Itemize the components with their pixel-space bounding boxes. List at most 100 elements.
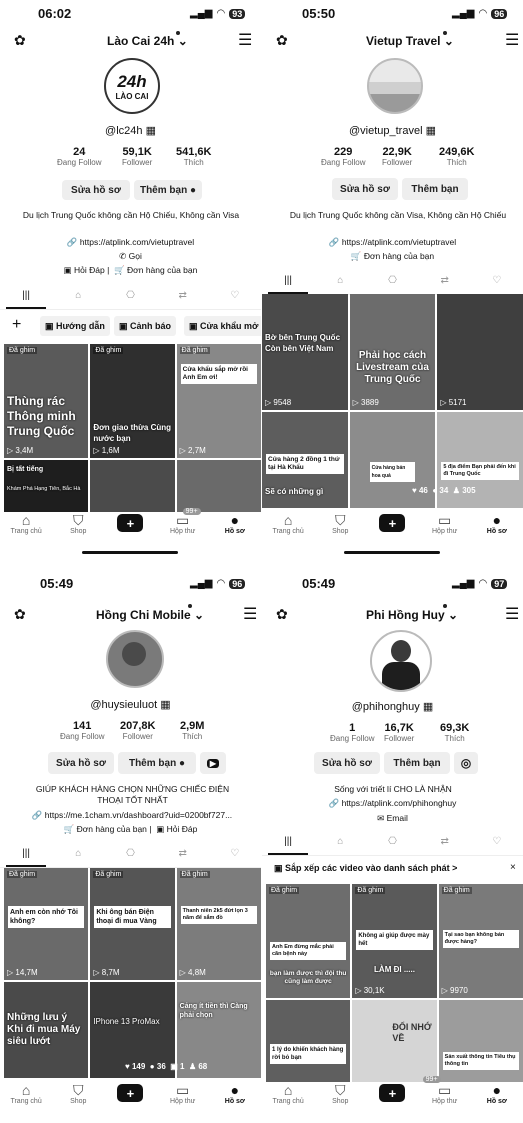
edit-profile-button[interactable]: Sửa hồ sơ — [48, 752, 114, 774]
video-thumb[interactable]: Bờ bên Trung Quốc Còn bên Việt Nam ▷ 954… — [262, 294, 348, 410]
nav-profile[interactable]: ● Hồ sơ — [213, 1082, 257, 1105]
nav-home[interactable]: ⌂ Trang chủ — [266, 512, 310, 535]
video-thumb[interactable]: Đã ghim Thanh niên 2k5 đứt lọn 3 năm để … — [176, 868, 261, 980]
video-thumb[interactable]: Đã ghim Tại sao bạn không bán được hàng?… — [438, 884, 523, 998]
edit-profile-button[interactable]: Sửa hồ sơ — [62, 180, 130, 200]
nav-inbox[interactable]: ▭ Hộp thư 99+ — [422, 1076, 467, 1105]
stat-followers[interactable]: 16,7K Follower — [384, 722, 414, 743]
video-thumb[interactable]: Đã ghim Đơn giao thừa Cùng nước bạn ▷ 1,… — [90, 344, 175, 458]
video-thumb[interactable] — [90, 460, 175, 514]
nav-profile[interactable]: ● Hồ sơ — [475, 512, 519, 535]
orders-link[interactable]: 🛒 Đơn hàng của bạn — [114, 265, 197, 275]
video-thumb[interactable] — [176, 460, 261, 514]
orders-link[interactable]: 🛒 Đơn hàng của bạn — [64, 824, 147, 834]
tab-locked[interactable]: ⎔ — [110, 284, 150, 309]
profile-link[interactable]: 🔗 https://atplink.com/vietuptravel — [262, 237, 523, 248]
stat-followers[interactable]: 207,8K Follower — [120, 720, 155, 741]
tab-videos[interactable]: ||| — [268, 830, 309, 855]
video-thumb[interactable]: Sản xuất thông tin Tiêu thụ thông tin — [438, 1000, 523, 1090]
stat-following[interactable]: 1 Đang Follow — [330, 722, 374, 743]
edit-profile-button[interactable]: Sửa hồ sơ — [332, 178, 398, 200]
add-friend-button[interactable]: Thêm bạn — [402, 178, 468, 200]
video-thumb[interactable]: Đã ghim Anh em còn nhớ Tôi không? ▷ 14,7… — [4, 868, 89, 980]
youtube-button[interactable]: ▶ — [200, 752, 226, 774]
account-switcher[interactable]: Lào Cai 24h ⌄ — [107, 34, 188, 48]
tab-liked[interactable]: ♡ — [215, 284, 255, 309]
video-thumb[interactable]: Đã ghim Khi ông bán Điện thoại đi mua Và… — [90, 868, 175, 980]
menu-icon[interactable]: ☰ — [243, 604, 257, 624]
account-switcher[interactable]: Hồng Chi Mobile ⌄ — [96, 608, 204, 622]
stat-following[interactable]: 24 Đang Follow — [57, 146, 101, 167]
nav-shop[interactable]: ⛉ Shop — [318, 1082, 362, 1105]
video-thumb[interactable]: Đã ghim Anh Em đừng mắc phải căn bệnh nà… — [266, 884, 351, 998]
nav-inbox[interactable]: ▭ Hộp thư — [423, 512, 467, 535]
close-icon[interactable]: × — [510, 862, 516, 873]
playlist-chip-1[interactable]: ▣ Hướng dẫn — [40, 316, 110, 336]
video-thumb[interactable]: Phải học cách Livestream của Trung Quốc … — [349, 294, 436, 410]
tab-reposts[interactable]: ⇄ — [163, 284, 203, 309]
tab-shop[interactable]: ⌂ — [320, 269, 360, 294]
video-thumb[interactable]: Đã ghim Cửa khẩu sắp mở rồi Anh Em ơi! ▷… — [176, 344, 261, 458]
stat-likes[interactable]: 249,6K Thích — [439, 146, 474, 167]
nav-shop[interactable]: ⛉ Shop — [318, 512, 362, 535]
profile-link[interactable]: 🔗 https://atplink.com/vietuptravel — [0, 237, 261, 248]
gear-icon[interactable]: ✿ — [14, 32, 26, 49]
gear-icon[interactable]: ✿ — [276, 32, 288, 49]
edit-profile-button[interactable]: Sửa hồ sơ — [314, 752, 380, 774]
stat-following[interactable]: 229 Đang Follow — [321, 146, 365, 167]
tab-videos[interactable]: ||| — [6, 842, 47, 867]
nav-create[interactable]: + — [108, 1082, 152, 1102]
video-thumb[interactable]: Những lưu ý Khi đi mua Máy siêu lướt — [4, 982, 89, 1078]
tab-liked[interactable]: ♡ — [215, 842, 255, 867]
playlist-chip-2[interactable]: ▣ Cảnh báo — [114, 316, 177, 336]
menu-icon[interactable]: ☰ — [505, 30, 519, 50]
video-thumb[interactable]: Đã ghim Không ai giúp được mày hết LÀM Đ… — [352, 884, 437, 998]
add-playlist-button[interactable]: + — [12, 316, 21, 334]
profile-link[interactable]: 🔗 https://atplink.com/phihonghuy — [262, 798, 523, 809]
tab-shop[interactable]: ⌂ — [58, 842, 98, 867]
gear-icon[interactable]: ✿ — [276, 606, 288, 623]
add-friend-button[interactable]: Thêm bạn ● — [134, 180, 202, 200]
nav-shop[interactable]: ⛉ Shop — [56, 512, 100, 535]
account-switcher[interactable]: Phi Hồng Huy ⌄ — [366, 608, 458, 622]
tab-shop[interactable]: ⌂ — [58, 284, 98, 309]
add-friend-button[interactable]: Thêm bạn — [384, 752, 450, 774]
email-link[interactable]: ✉ Email — [262, 813, 523, 824]
profile-link[interactable]: 🔗 https://me.1cham.vn/dashboard?uid=0200… — [12, 810, 252, 821]
tab-locked[interactable]: ⎔ — [110, 842, 150, 867]
tab-reposts[interactable]: ⇄ — [425, 269, 465, 294]
tab-videos[interactable]: ||| — [268, 269, 309, 294]
tab-reposts[interactable]: ⇄ — [425, 830, 465, 855]
playlist-chip-3[interactable]: ▣ Cửa khẩu mở — [184, 316, 261, 336]
avatar[interactable] — [106, 630, 164, 688]
instagram-button[interactable]: ◎ — [454, 752, 478, 774]
nav-shop[interactable]: ⛉ Shop — [56, 1082, 100, 1105]
tab-shop[interactable]: ⌂ — [320, 830, 360, 855]
qa-link[interactable]: ▣ Hỏi Đáp — [64, 265, 105, 275]
avatar[interactable] — [370, 630, 432, 692]
nav-home[interactable]: ⌂ Trang chủ — [4, 1082, 48, 1105]
avatar[interactable]: 24h LÀO CAI — [104, 58, 160, 114]
tab-locked[interactable]: ⎔ — [372, 269, 412, 294]
nav-home[interactable]: ⌂ Trang chủ — [266, 1082, 310, 1105]
stat-likes[interactable]: 69,3K Thích — [440, 722, 469, 743]
video-thumb[interactable]: Cửa hàng 2 đồng 1 thứ tại Hà Khẩu Sẽ có … — [262, 412, 348, 508]
nav-create[interactable]: + — [370, 1082, 414, 1102]
add-friend-button[interactable]: Thêm bạn ● — [118, 752, 196, 774]
stat-followers[interactable]: 59,1K Follower — [122, 146, 152, 167]
playlist-sort-banner[interactable]: ▣ Sắp xếp các video vào danh sách phát > — [274, 863, 457, 874]
video-thumb[interactable]: Bị tất tiếng Khám Phá Hạng Tiên, Bắc Hà — [4, 460, 89, 514]
nav-create[interactable]: + — [108, 512, 152, 532]
qa-link[interactable]: ▣ Hỏi Đáp — [156, 824, 197, 834]
video-thumb[interactable]: 1 lý do khiến khách hàng rời bỏ bạn — [266, 1000, 351, 1090]
tab-reposts[interactable]: ⇄ — [163, 842, 203, 867]
account-switcher[interactable]: Vietup Travel ⌄ — [366, 34, 454, 48]
tab-liked[interactable]: ♡ — [477, 269, 517, 294]
tab-locked[interactable]: ⎔ — [372, 830, 412, 855]
nav-inbox[interactable]: ▭ Hộp thư — [161, 1082, 205, 1105]
stat-likes[interactable]: 541,6K Thích — [176, 146, 211, 167]
orders-link[interactable]: 🛒 Đơn hàng của bạn — [262, 251, 523, 262]
tab-liked[interactable]: ♡ — [477, 830, 517, 855]
menu-icon[interactable]: ☰ — [505, 604, 519, 624]
nav-create[interactable]: + — [370, 512, 414, 532]
